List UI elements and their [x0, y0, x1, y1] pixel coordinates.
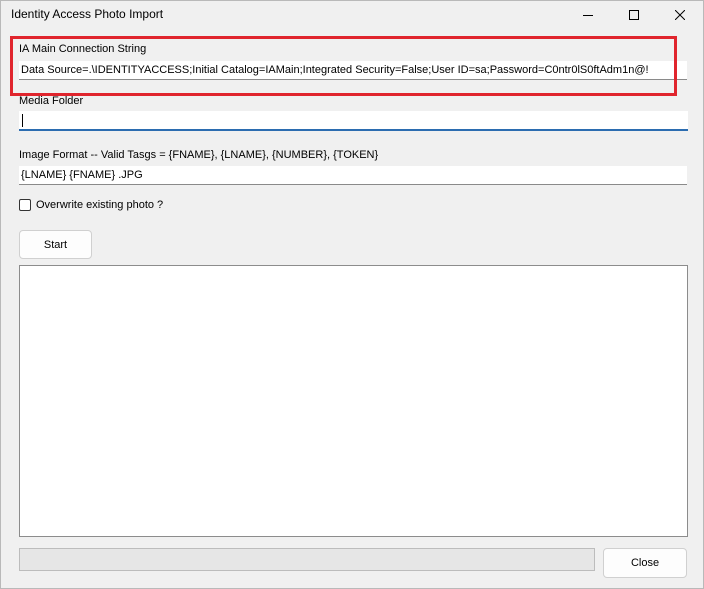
connection-string-input[interactable]: Data Source=.\IDENTITYACCESS;Initial Cat…	[19, 61, 687, 80]
close-window-button[interactable]	[657, 1, 703, 29]
media-folder-label: Media Folder	[19, 95, 84, 107]
overwrite-checkbox[interactable]	[19, 199, 31, 211]
image-format-input[interactable]: {LNAME} {FNAME} .JPG	[19, 166, 687, 185]
text-caret	[22, 113, 23, 127]
photo-import-window: Identity Access Photo Import IA Main Con…	[0, 0, 704, 589]
close-button-label: Close	[630, 557, 660, 569]
minimize-icon	[583, 15, 593, 16]
maximize-button[interactable]	[611, 1, 657, 29]
start-button[interactable]: Start	[19, 230, 92, 259]
window-title: Identity Access Photo Import	[11, 7, 164, 21]
import-progress-bar	[19, 548, 595, 571]
close-icon	[675, 10, 685, 20]
maximize-icon	[629, 10, 639, 20]
start-button-label: Start	[43, 238, 68, 251]
minimize-button[interactable]	[565, 1, 611, 29]
media-folder-input[interactable]	[19, 111, 688, 131]
image-format-label: Image Format -- Valid Tasgs = {FNAME}, {…	[19, 149, 379, 161]
overwrite-label[interactable]: Overwrite existing photo ?	[36, 199, 163, 211]
connection-string-label: IA Main Connection String	[19, 43, 147, 55]
title-bar[interactable]: Identity Access Photo Import	[1, 1, 703, 29]
close-button[interactable]: Close	[603, 548, 687, 578]
log-output-textarea[interactable]	[19, 265, 688, 537]
